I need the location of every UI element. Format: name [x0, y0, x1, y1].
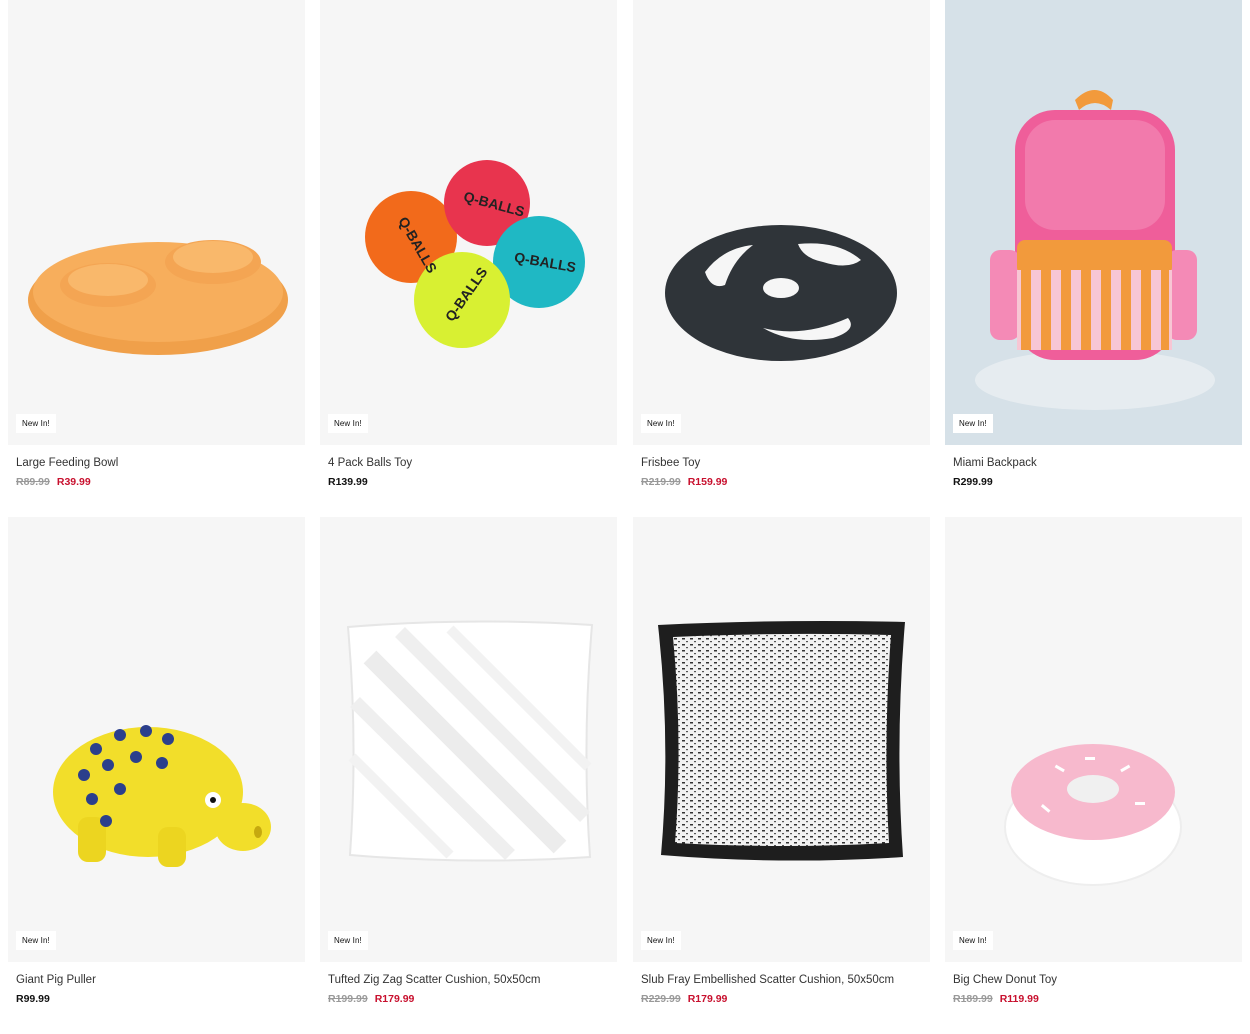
product-price: R99.99: [16, 992, 305, 1006]
feeding-bowl-image: [28, 240, 288, 355]
was-price: R229.99: [641, 993, 681, 1005]
new-in-badge: New In!: [328, 931, 368, 950]
was-price: R199.99: [328, 993, 368, 1005]
frisbee-image: [665, 225, 897, 361]
product-price: R299.99: [953, 475, 1242, 489]
white-cushion-image: [346, 620, 594, 862]
product-name[interactable]: Large Feeding Bowl: [16, 456, 305, 470]
product-image[interactable]: New In!: [945, 0, 1242, 445]
product-price: R219.99 R159.99: [641, 475, 930, 489]
product-card-large-feeding-bowl[interactable]: New In! Large Feeding Bowl R89.99 R39.99: [8, 0, 305, 489]
product-image[interactable]: New In!: [945, 517, 1242, 962]
was-price: R89.99: [16, 476, 50, 488]
product-name[interactable]: Miami Backpack: [953, 456, 1242, 470]
new-in-badge: New In!: [328, 414, 368, 433]
was-price: R189.99: [953, 993, 993, 1005]
sale-price: R159.99: [687, 476, 728, 488]
product-name[interactable]: Tufted Zig Zag Scatter Cushion, 50x50cm: [328, 973, 617, 987]
sale-price: R179.99: [374, 993, 415, 1005]
price: R99.99: [16, 993, 50, 1005]
backpack-image: [975, 90, 1215, 410]
product-name[interactable]: Slub Fray Embellished Scatter Cushion, 5…: [641, 973, 930, 987]
price: R299.99: [953, 476, 993, 488]
product-image[interactable]: New In!: [8, 0, 305, 445]
sale-price: R119.99: [999, 993, 1039, 1005]
product-image[interactable]: New In!: [320, 517, 617, 962]
new-in-badge: New In!: [953, 414, 993, 433]
price: R139.99: [328, 476, 368, 488]
sale-price: R39.99: [56, 476, 91, 488]
new-in-badge: New In!: [16, 931, 56, 950]
product-image[interactable]: Q-BALLS Q-BALLS Q-BALLS Q-BALLS New In!: [320, 0, 617, 445]
new-in-badge: New In!: [641, 414, 681, 433]
product-name[interactable]: Big Chew Donut Toy: [953, 973, 1242, 987]
product-image[interactable]: New In!: [633, 517, 930, 962]
product-price: R199.99 R179.99: [328, 992, 617, 1006]
new-in-badge: New In!: [953, 931, 993, 950]
was-price: R219.99: [641, 476, 681, 488]
product-image[interactable]: New In!: [633, 0, 930, 445]
new-in-badge: New In!: [641, 931, 681, 950]
product-price: R189.99 R119.99: [953, 992, 1242, 1006]
product-card-big-chew-donut-toy[interactable]: New In! Big Chew Donut Toy R189.99 R119.9…: [945, 517, 1242, 1006]
product-price: R229.99 R179.99: [641, 992, 930, 1006]
product-name[interactable]: Frisbee Toy: [641, 456, 930, 470]
product-grid: New In! Large Feeding Bowl R89.99 R39.99 …: [0, 0, 1250, 1034]
tennis-balls-image: Q-BALLS Q-BALLS Q-BALLS Q-BALLS: [365, 160, 585, 348]
product-card-4-pack-balls-toy[interactable]: Q-BALLS Q-BALLS Q-BALLS Q-BALLS New In! …: [320, 0, 617, 489]
product-card-miami-backpack[interactable]: New In! Miami Backpack R299.99: [945, 0, 1242, 489]
pig-toy-image: [53, 725, 271, 867]
sale-price: R179.99: [687, 993, 728, 1005]
product-card-giant-pig-puller[interactable]: New In! Giant Pig Puller R99.99: [8, 517, 305, 1006]
product-price: R139.99: [328, 475, 617, 489]
donut-toy-image: [1004, 744, 1182, 886]
product-image[interactable]: New In!: [8, 517, 305, 962]
product-card-frisbee-toy[interactable]: New In! Frisbee Toy R219.99 R159.99: [633, 0, 930, 489]
product-name[interactable]: 4 Pack Balls Toy: [328, 456, 617, 470]
product-card-tufted-zig-zag-cushion[interactable]: New In! Tufted Zig Zag Scatter Cushion, …: [320, 517, 617, 1006]
product-price: R89.99 R39.99: [16, 475, 305, 489]
speckled-cushion-image: [658, 621, 905, 861]
new-in-badge: New In!: [16, 414, 56, 433]
product-card-slub-fray-cushion[interactable]: New In! Slub Fray Embellished Scatter Cu…: [633, 517, 930, 1006]
product-name[interactable]: Giant Pig Puller: [16, 973, 305, 987]
